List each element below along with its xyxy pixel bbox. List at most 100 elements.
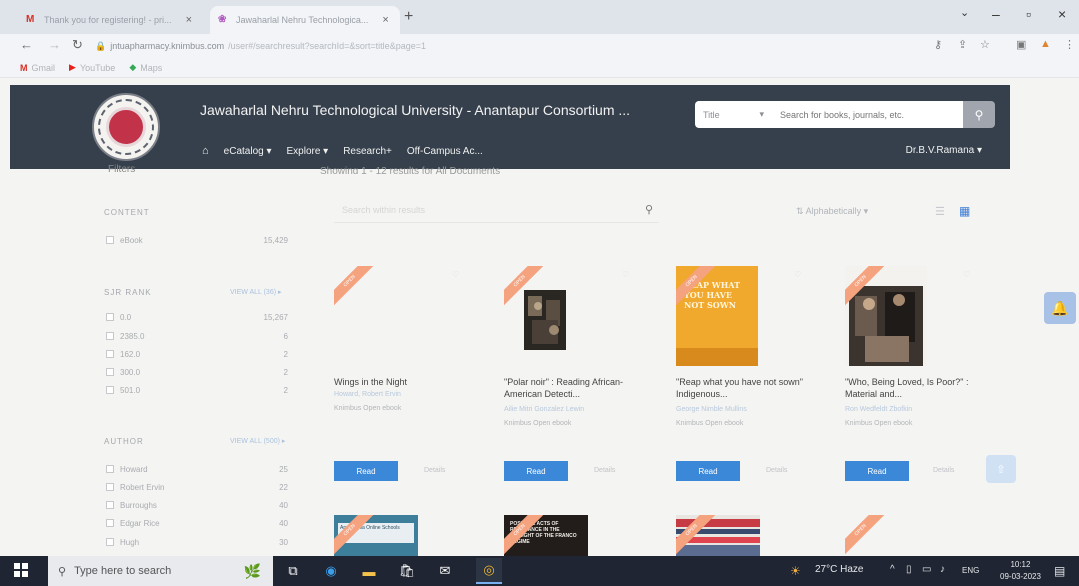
home-icon[interactable]: ⌂	[202, 145, 209, 157]
filter-option[interactable]: 501.0 2	[106, 384, 288, 396]
book-card[interactable]: OPEN ♡ "Polar noir" : Reading African-Am…	[504, 266, 642, 486]
bookmark-youtube[interactable]: ▶ YouTube	[69, 62, 115, 73]
menu-ecatalog[interactable]: eCatalog ▾	[224, 146, 272, 157]
view-all-sjr-link[interactable]: VIEW ALL (36) ▸	[230, 288, 282, 296]
filter-option[interactable]: Burroughs 40	[106, 499, 288, 511]
book-author[interactable]: George Nimble Mullins	[676, 406, 806, 413]
grid-view-icon[interactable]: ▦	[959, 204, 970, 218]
network-icon[interactable]: ▭	[922, 564, 931, 575]
star-icon[interactable]: ☆	[980, 38, 990, 51]
filter-option[interactable]: Hugh 30	[106, 536, 288, 548]
checkbox[interactable]	[106, 465, 114, 473]
bookmark-gmail[interactable]: M Gmail	[20, 63, 55, 73]
chevron-up-icon[interactable]: ^	[890, 564, 895, 575]
checkbox[interactable]	[106, 501, 114, 509]
battery-icon[interactable]: ▯	[906, 564, 912, 575]
checkbox[interactable]	[106, 519, 114, 527]
close-icon[interactable]: ×	[382, 14, 388, 26]
book-title[interactable]: Wings in the Night	[334, 376, 464, 388]
checkbox[interactable]	[106, 483, 114, 491]
search-icon[interactable]: ⚲	[645, 203, 653, 216]
checkbox[interactable]	[106, 386, 114, 394]
view-all-author-link[interactable]: VIEW ALL (500) ▸	[230, 437, 285, 445]
edge-icon[interactable]: ◉	[322, 562, 340, 580]
chrome-icon[interactable]: ◎	[476, 558, 502, 584]
user-menu[interactable]: Dr.B.V.Ramana ▾	[906, 145, 982, 156]
details-link[interactable]: Details	[766, 467, 787, 474]
minimize-icon[interactable]: –	[992, 6, 1000, 22]
filter-option[interactable]: 2385.0 6	[106, 330, 288, 342]
task-view-icon[interactable]: ⧉	[284, 562, 302, 580]
browser-tab-jntua[interactable]: ❀ Jawaharlal Nehru Technologica... ×	[210, 6, 400, 34]
checkbox[interactable]	[106, 313, 114, 321]
results-search[interactable]: Search within results ⚲	[334, 199, 659, 223]
header-search-input[interactable]	[772, 101, 963, 128]
key-icon[interactable]: ⚷	[934, 38, 942, 51]
book-author[interactable]: Howard, Robert Ervin	[334, 391, 464, 398]
filter-option[interactable]: eBook 15,429	[106, 234, 288, 246]
back-arrow-icon[interactable]: ←	[20, 37, 33, 52]
file-explorer-icon[interactable]: ▬	[360, 562, 378, 580]
read-button[interactable]: Read	[334, 461, 398, 481]
menu-off-campus[interactable]: Off-Campus Ac...	[407, 146, 483, 157]
details-link[interactable]: Details	[594, 467, 615, 474]
chevron-down-icon[interactable]: ⌄	[960, 6, 969, 19]
volume-icon[interactable]: ♪	[940, 564, 945, 575]
menu-explore[interactable]: Explore ▾	[286, 146, 328, 157]
bookmark-icon[interactable]: ♡	[963, 270, 970, 279]
bookmark-icon[interactable]: ♡	[622, 270, 629, 279]
menu-dots-icon[interactable]: ⋮	[1064, 38, 1075, 51]
menu-research[interactable]: Research+	[343, 146, 392, 157]
university-logo[interactable]	[92, 93, 160, 161]
checkbox[interactable]	[106, 236, 114, 244]
read-button[interactable]: Read	[504, 461, 568, 481]
checkbox[interactable]	[106, 538, 114, 546]
filter-option[interactable]: Howard 25	[106, 463, 288, 475]
close-icon[interactable]: ×	[186, 14, 192, 26]
filter-option[interactable]: Robert Ervin 22	[106, 481, 288, 493]
maximize-icon[interactable]: ▫	[1026, 6, 1031, 22]
filter-option[interactable]: Edgar Rice 40	[106, 517, 288, 529]
browser-tab-gmail[interactable]: M Thank you for registering! - pri... ×	[18, 6, 208, 34]
book-title[interactable]: "Who, Being Loved, Is Poor?" : Material …	[845, 376, 975, 400]
taskbar-search[interactable]: ⚲ Type here to search 🌿	[48, 556, 273, 586]
checkbox[interactable]	[106, 368, 114, 376]
checkbox[interactable]	[106, 350, 114, 358]
sidepanel-icon[interactable]: ▣	[1016, 38, 1026, 51]
new-tab-icon[interactable]: +	[404, 8, 413, 26]
url-field[interactable]: 🔒 jntuapharmacy.knimbus.com /user#/searc…	[95, 37, 915, 55]
search-button[interactable]: ⚲	[963, 101, 995, 128]
clock[interactable]: 10:12 09-03-2023	[1000, 559, 1041, 583]
filter-option[interactable]: 300.0 2	[106, 366, 288, 378]
extension-icon[interactable]: ▲	[1040, 38, 1051, 50]
bookmark-icon[interactable]: ♡	[794, 270, 801, 279]
scroll-top-icon[interactable]: ⇧	[986, 455, 1016, 483]
notifications-icon[interactable]: ▤	[1054, 564, 1065, 578]
weather-text[interactable]: 27°C Haze	[815, 564, 863, 575]
book-cover[interactable]	[524, 290, 566, 350]
details-link[interactable]: Details	[424, 467, 445, 474]
filter-option[interactable]: 0.0 15,267	[106, 311, 288, 323]
language-indicator[interactable]: ENG	[962, 566, 979, 575]
share-icon[interactable]: ⇪	[958, 38, 967, 51]
read-button[interactable]: Read	[845, 461, 909, 481]
checkbox[interactable]	[106, 332, 114, 340]
book-title[interactable]: "Polar noir" : Reading African-American …	[504, 376, 634, 400]
list-view-icon[interactable]: ☰	[935, 205, 945, 218]
book-title[interactable]: "Reap what you have not sown" Indigenous…	[676, 376, 806, 400]
bookmark-icon[interactable]: ♡	[452, 270, 459, 279]
book-card[interactable]: OPEN ♡ "Who, Being Loved, Is Poor?" : Ma…	[845, 266, 983, 486]
sort-select[interactable]: ⇅ Alphabetically ▾	[796, 206, 868, 217]
notification-bell-icon[interactable]: 🔔	[1044, 292, 1076, 324]
windows-start-icon[interactable]	[14, 563, 28, 577]
mail-icon[interactable]: ✉	[436, 562, 454, 580]
store-icon[interactable]: 🛍	[398, 562, 416, 580]
forward-arrow-icon[interactable]: →	[48, 37, 61, 52]
details-link[interactable]: Details	[933, 467, 954, 474]
search-field-select[interactable]: Title ▾	[695, 101, 772, 128]
reload-icon[interactable]: ↻	[72, 37, 83, 53]
book-card[interactable]: OPEN ♡ Wings in the Night Howard, Robert…	[334, 266, 472, 486]
book-author[interactable]: Ailie Mitri Gonzalez Lewin	[504, 406, 634, 413]
filter-option[interactable]: 162.0 2	[106, 348, 288, 360]
book-card[interactable]: REAP WHAT YOU HAVE NOT SOWN OPEN ♡ "Reap…	[676, 266, 814, 486]
